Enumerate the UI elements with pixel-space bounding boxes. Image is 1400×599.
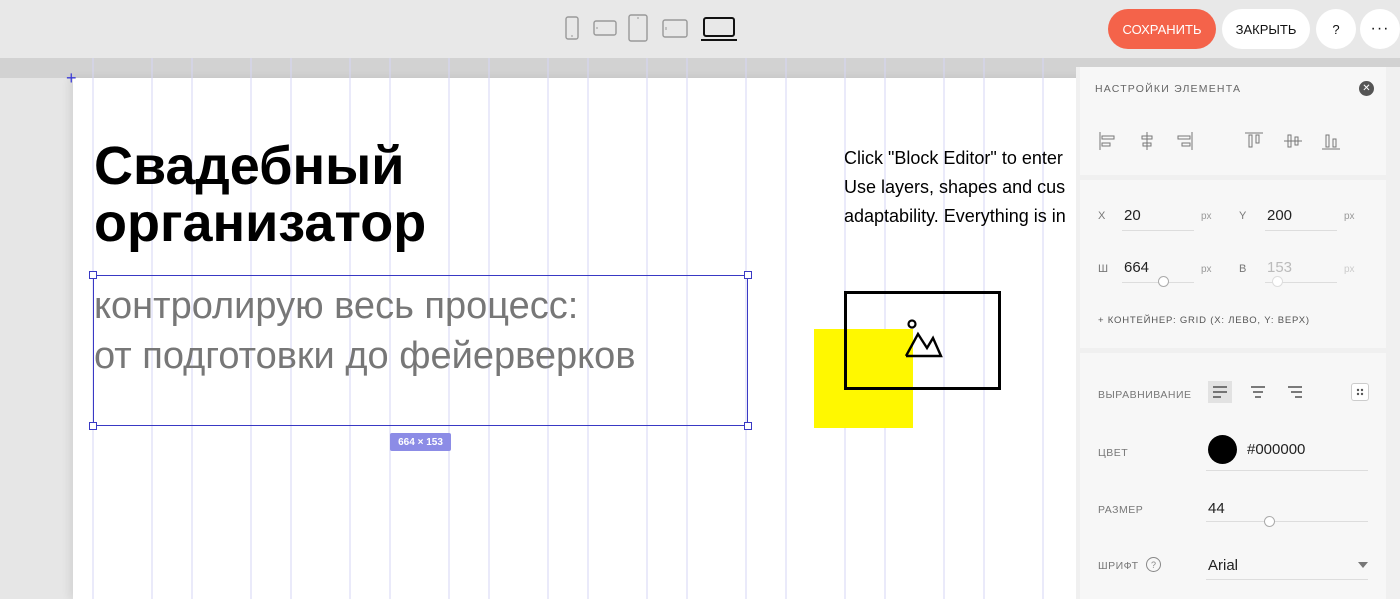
text-align-right-icon	[1288, 386, 1302, 398]
font-underline	[1206, 579, 1368, 580]
font-help-icon[interactable]: ?	[1146, 557, 1161, 572]
page-heading[interactable]: Свадебный организатор	[94, 138, 734, 252]
height-unit: px	[1344, 264, 1355, 275]
image-placeholder-icon	[904, 319, 943, 358]
image-placeholder[interactable]	[844, 291, 1001, 390]
help-button[interactable]: ?	[1316, 9, 1356, 49]
width-input[interactable]: 664	[1124, 259, 1149, 276]
subtext-line-1: контролирую весь процесс:	[94, 285, 579, 327]
x-underline	[1122, 230, 1194, 231]
intro-text-element[interactable]: Click "Block Editor" to enter Use layers…	[844, 144, 1076, 231]
align-top-icon[interactable]	[1244, 131, 1264, 151]
height-label: В	[1239, 263, 1247, 275]
color-hex-input[interactable]: #000000	[1247, 441, 1305, 458]
size-badge: 664 × 153	[390, 433, 451, 451]
y-label: Y	[1239, 210, 1247, 222]
selected-text-element[interactable]: контролирую весь процесс: от подготовки …	[94, 281, 774, 381]
text-align-label: ВЫРАВНИВАНИЕ	[1098, 389, 1192, 401]
x-label: X	[1098, 210, 1106, 222]
align-left-icon[interactable]	[1098, 131, 1116, 151]
color-label: ЦВЕТ	[1098, 447, 1129, 459]
width-unit: px	[1201, 264, 1212, 275]
font-label: ШРИФТ	[1098, 560, 1139, 572]
intro-line-2: Use layers, shapes and cus	[844, 177, 1066, 197]
font-select[interactable]: Arial	[1208, 557, 1238, 574]
resize-handle-bottom-left[interactable]	[89, 422, 97, 430]
intro-line-1: Click "Block Editor" to enter	[844, 148, 1063, 168]
mobile-portrait-icon[interactable]	[565, 16, 579, 40]
resize-handle-top-left[interactable]	[89, 271, 97, 279]
height-input[interactable]: 153	[1267, 259, 1292, 276]
tablet-portrait-icon[interactable]	[628, 14, 648, 42]
resize-handle-top-right[interactable]	[744, 271, 752, 279]
close-panel-icon[interactable]: ✕	[1359, 81, 1374, 96]
y-underline	[1265, 230, 1337, 231]
font-size-input[interactable]: 44	[1208, 500, 1225, 517]
font-size-slider-track[interactable]	[1206, 521, 1368, 522]
y-input[interactable]: 200	[1267, 207, 1292, 224]
resize-handle-bottom-right[interactable]	[744, 422, 752, 430]
chevron-down-icon[interactable]	[1358, 562, 1368, 568]
color-swatch[interactable]	[1208, 435, 1237, 464]
width-slider-thumb[interactable]	[1158, 276, 1169, 287]
tablet-landscape-icon[interactable]	[662, 19, 688, 38]
subtext-line-2: от подготовки до фейерверков	[94, 335, 636, 377]
align-bottom-icon[interactable]	[1321, 131, 1341, 151]
more-align-button[interactable]	[1351, 383, 1369, 401]
intro-line-3: adaptability. Everything is in	[844, 206, 1066, 226]
text-align-left-button[interactable]	[1208, 381, 1232, 403]
container-info-link[interactable]: + КОНТЕЙНЕР: GRID (X: ЛЕВО, Y: ВЕРХ)	[1098, 315, 1310, 326]
height-slider-thumb[interactable]	[1272, 276, 1283, 287]
width-label: Ш	[1098, 263, 1109, 275]
color-underline	[1206, 470, 1368, 471]
close-button[interactable]: ЗАКРЫТЬ	[1222, 9, 1310, 49]
text-align-right-button[interactable]	[1283, 381, 1307, 403]
text-align-left-icon	[1213, 386, 1227, 398]
text-align-center-button[interactable]	[1246, 381, 1270, 403]
align-right-icon[interactable]	[1176, 131, 1194, 151]
mobile-landscape-icon[interactable]	[593, 20, 617, 36]
desktop-icon[interactable]	[701, 17, 737, 42]
size-label: РАЗМЕР	[1098, 504, 1144, 516]
align-center-v-icon[interactable]	[1283, 131, 1303, 151]
x-input[interactable]: 20	[1124, 207, 1141, 224]
x-unit: px	[1201, 211, 1212, 222]
origin-marker: +	[66, 68, 77, 88]
more-options-button[interactable]: ···	[1360, 9, 1400, 49]
element-settings-panel: НАСТРОЙКИ ЭЛЕМЕНТА ✕ X 20 px Y 200 px Ш …	[1076, 67, 1400, 599]
y-unit: px	[1344, 211, 1355, 222]
dots-grid-icon	[1356, 388, 1364, 396]
panel-title: НАСТРОЙКИ ЭЛЕМЕНТА	[1095, 83, 1242, 95]
top-toolbar: СОХРАНИТЬ ЗАКРЫТЬ ? ···	[0, 0, 1400, 58]
align-center-h-icon[interactable]	[1138, 131, 1156, 151]
save-button[interactable]: СОХРАНИТЬ	[1108, 9, 1216, 49]
text-align-center-icon	[1251, 386, 1265, 398]
font-size-slider-thumb[interactable]	[1264, 516, 1275, 527]
